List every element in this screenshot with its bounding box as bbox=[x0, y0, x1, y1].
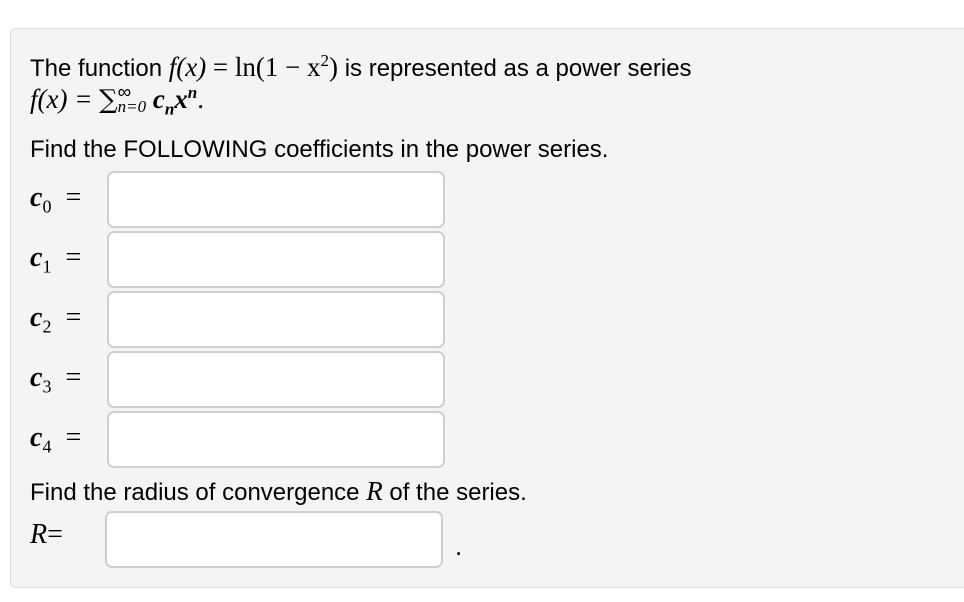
equals-sign: = bbox=[65, 182, 82, 213]
c0-input[interactable] bbox=[107, 171, 445, 228]
c-symbol: c bbox=[152, 84, 165, 114]
trailing-period: . bbox=[455, 531, 463, 561]
x-exponent: n bbox=[187, 83, 198, 102]
c-symbol: c bbox=[30, 422, 43, 453]
subscript: 4 bbox=[42, 436, 52, 457]
r-symbol: R bbox=[30, 519, 48, 550]
c1-input[interactable] bbox=[107, 231, 445, 288]
c-symbol: c bbox=[30, 242, 43, 273]
subscript: 1 bbox=[42, 256, 52, 277]
c4-input[interactable] bbox=[107, 411, 445, 468]
radius-variable: R bbox=[366, 476, 383, 506]
equals-sign: = bbox=[47, 519, 63, 550]
c-symbol: c bbox=[30, 182, 43, 213]
equals-sign: = bbox=[65, 242, 82, 273]
sigma-icon: ∑ bbox=[99, 85, 118, 115]
c-symbol: c bbox=[30, 362, 43, 393]
intro-text: The function bbox=[30, 55, 163, 82]
c0-label: c0 = bbox=[30, 182, 82, 217]
c4-label: c4 = bbox=[30, 422, 82, 457]
equals-sign: = bbox=[65, 302, 82, 333]
radius-text-post: of the series. bbox=[389, 479, 527, 506]
problem-statement-line-1: The function f(x) = ln(1 − x2) is repres… bbox=[30, 52, 692, 83]
c-subscript: n bbox=[164, 99, 175, 119]
subscript: 3 bbox=[42, 376, 52, 397]
equals-sign: = bbox=[65, 422, 82, 453]
c3-input[interactable] bbox=[107, 351, 445, 408]
series-period: . bbox=[197, 84, 204, 114]
c2-label: c2 = bbox=[30, 302, 82, 337]
series-term-x: xn bbox=[174, 84, 197, 114]
function-rhs: ln(1 − x2) bbox=[235, 52, 338, 82]
radius-label: R= bbox=[30, 519, 63, 551]
instruction-coefficients: Find the FOLLOWING coefficients in the p… bbox=[30, 136, 609, 163]
subscript: 2 bbox=[42, 316, 52, 337]
series-formula: f(x) = ∑ ∞ n=0 cnxn. bbox=[30, 83, 204, 118]
radius-input[interactable] bbox=[105, 511, 443, 568]
exponent: 2 bbox=[320, 51, 330, 70]
c-symbol: c bbox=[30, 302, 43, 333]
c1-label: c1 = bbox=[30, 242, 82, 277]
function-lhs: f(x) bbox=[168, 52, 207, 82]
intro-suffix: is represented as a power series bbox=[344, 55, 692, 82]
equals-sign: = bbox=[212, 52, 229, 82]
ln-expression: ln(1 − x bbox=[234, 52, 321, 82]
series-term-c: cn bbox=[152, 84, 174, 117]
subscript: 0 bbox=[42, 196, 52, 217]
series-lhs: f(x) = bbox=[30, 84, 93, 114]
equals-sign: = bbox=[65, 362, 82, 393]
radius-text-pre: Find the radius of convergence bbox=[30, 479, 360, 506]
close-paren: ) bbox=[329, 52, 339, 82]
lower-limit: n=0 bbox=[117, 96, 147, 116]
sum-limits: ∞ n=0 bbox=[117, 83, 147, 116]
instruction-radius: Find the radius of convergence R of the … bbox=[30, 476, 527, 507]
x-symbol: x bbox=[174, 84, 188, 114]
c3-label: c3 = bbox=[30, 362, 82, 397]
c2-input[interactable] bbox=[107, 291, 445, 348]
